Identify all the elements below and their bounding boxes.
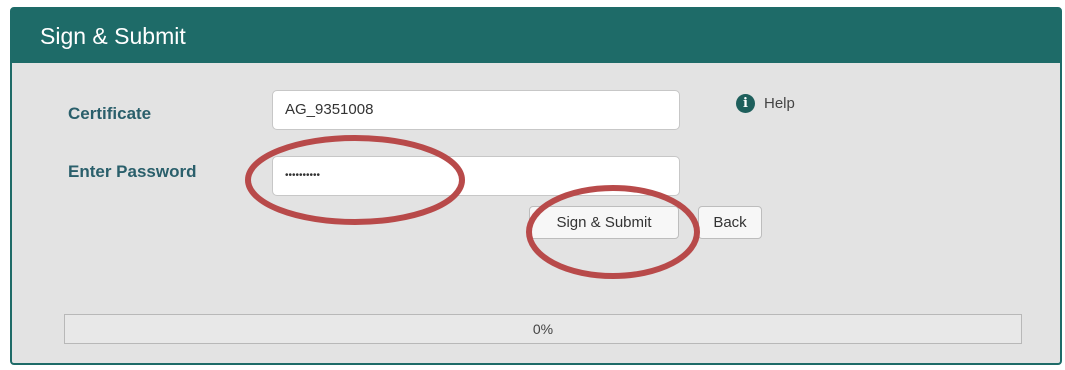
password-label: Enter Password — [68, 162, 197, 181]
back-button[interactable]: Back — [698, 206, 762, 239]
progress-bar: 0% — [64, 314, 1022, 344]
sign-submit-button[interactable]: Sign & Submit — [529, 206, 679, 239]
sign-submit-dialog: Sign & Submit Certificate AG_9351008 Ent… — [10, 7, 1062, 365]
dialog-title: Sign & Submit — [12, 9, 1060, 63]
help-label: Help — [764, 95, 795, 112]
certificate-field[interactable]: AG_9351008 — [272, 90, 680, 130]
certificate-label: Certificate — [68, 104, 152, 123]
progress-text: 0% — [532, 321, 554, 337]
info-icon: i — [736, 94, 755, 113]
password-field[interactable]: •••••••••• — [272, 156, 680, 196]
help-link[interactable]: i Help — [736, 94, 795, 113]
